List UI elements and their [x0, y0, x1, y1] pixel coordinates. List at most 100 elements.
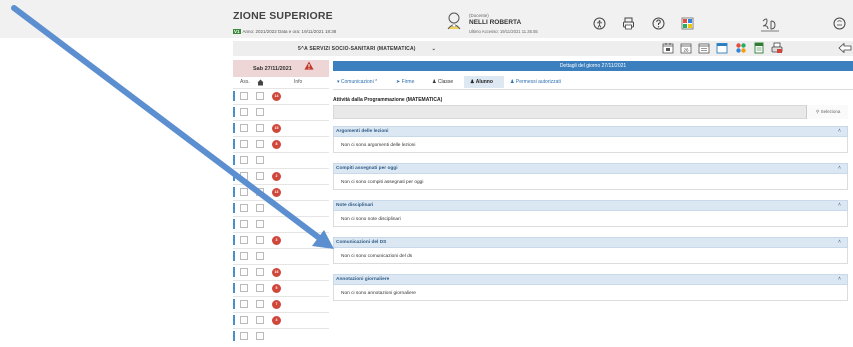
info-badge[interactable]: 13 — [272, 187, 281, 197]
calendar-today-icon[interactable] — [662, 42, 674, 54]
absence-checkbox[interactable] — [240, 300, 248, 308]
home-checkbox[interactable] — [256, 316, 264, 324]
school-year-line: V1 Anno: 2021/2022 Data e ora: 19/11/2021… — [233, 29, 336, 34]
absence-checkbox[interactable] — [240, 188, 248, 196]
home-checkbox[interactable] — [256, 172, 264, 180]
section-empty-text: Non ci sono note disciplinari — [341, 217, 401, 222]
megaphone-icon: ▾ — [337, 79, 340, 85]
info-badge[interactable]: 14 — [272, 91, 281, 101]
absence-checkbox[interactable] — [240, 108, 248, 116]
chevron-up-icon[interactable]: ˄ — [838, 276, 841, 282]
warning-icon[interactable] — [304, 61, 314, 70]
home-checkbox[interactable] — [256, 92, 264, 100]
print-icon[interactable] — [622, 17, 635, 30]
home-checkbox[interactable] — [256, 108, 264, 116]
row-divider — [233, 312, 329, 313]
tab-comunicazioni[interactable]: ▾ Comunicazioni * — [337, 79, 377, 85]
row-divider — [233, 152, 329, 153]
row-divider — [233, 200, 329, 201]
class-selector[interactable]: 5^A SERVIZI SOCIO-SANITARI (MATEMATICA) ⌄ — [298, 46, 436, 52]
school-year-text: Anno: 2021/2022 Data e ora: 19/11/2021 1… — [242, 29, 337, 34]
row-divider — [233, 136, 329, 137]
pdf-print-icon[interactable] — [771, 42, 783, 54]
section-header[interactable] — [333, 163, 848, 174]
absence-checkbox[interactable] — [240, 316, 248, 324]
signature-logo-icon[interactable] — [759, 16, 781, 33]
absence-checkbox[interactable] — [240, 332, 248, 340]
home-checkbox[interactable] — [256, 220, 264, 228]
row-divider — [233, 168, 329, 169]
calendar-week-icon[interactable] — [698, 42, 710, 54]
tab-classe[interactable]: ♟ Classe — [432, 79, 453, 85]
colorful-apps-icon[interactable] — [735, 42, 747, 54]
absence-checkbox[interactable] — [240, 124, 248, 132]
section-header[interactable] — [333, 237, 848, 248]
absence-checkbox[interactable] — [240, 172, 248, 180]
home-icon — [257, 79, 264, 86]
home-checkbox[interactable] — [256, 300, 264, 308]
absence-checkbox[interactable] — [240, 220, 248, 228]
section-header[interactable] — [333, 126, 848, 137]
help-icon[interactable] — [652, 17, 665, 30]
day-date-label: Sab 27/11/2021 — [253, 66, 292, 72]
absence-checkbox[interactable] — [240, 268, 248, 276]
home-checkbox[interactable] — [256, 140, 264, 148]
tab-permessi-label: Permessi autorizzati — [515, 79, 561, 85]
home-checkbox[interactable] — [256, 284, 264, 292]
absence-checkbox[interactable] — [240, 284, 248, 292]
info-badge[interactable]: 7 — [272, 299, 281, 309]
arrow-left-icon[interactable] — [838, 43, 852, 53]
user-avatar-icon[interactable] — [447, 12, 461, 30]
programmazione-select[interactable] — [333, 105, 848, 119]
home-checkbox[interactable] — [256, 188, 264, 196]
last-access: Ultimo Accesso: 19/11/2021 11.35.55 — [469, 29, 538, 34]
info-badge[interactable]: 8 — [272, 139, 281, 149]
absence-checkbox[interactable] — [240, 236, 248, 244]
info-badge[interactable]: 16 — [272, 267, 281, 277]
info-badge[interactable]: 5 — [272, 283, 281, 293]
chevron-up-icon[interactable]: ˄ — [838, 239, 841, 245]
info-badge[interactable]: 3 — [272, 235, 281, 245]
home-checkbox[interactable] — [256, 156, 264, 164]
row-divider — [233, 88, 329, 89]
info-badge[interactable]: 15 — [272, 123, 281, 133]
home-checkbox[interactable] — [256, 268, 264, 276]
info-badge[interactable]: 2 — [272, 171, 281, 181]
info-badge[interactable]: 4 — [272, 315, 281, 325]
home-checkbox[interactable] — [256, 124, 264, 132]
home-checkbox[interactable] — [256, 332, 264, 340]
calendar-month-icon[interactable] — [716, 42, 728, 54]
calendar-day-icon[interactable]: 26 — [680, 42, 692, 54]
row-indicator — [233, 283, 235, 293]
chevron-down-icon: ⌄ — [431, 46, 437, 52]
row-divider — [233, 248, 329, 249]
home-checkbox[interactable] — [256, 204, 264, 212]
class-selector-label: 5^A SERVIZI SOCIO-SANITARI (MATEMATICA) — [298, 46, 416, 52]
absence-checkbox[interactable] — [240, 92, 248, 100]
spreadsheet-icon[interactable] — [753, 42, 765, 54]
home-checkbox[interactable] — [256, 236, 264, 244]
apps-icon[interactable] — [681, 17, 694, 30]
calendar-day-number: 26 — [683, 48, 689, 53]
absence-checkbox[interactable] — [240, 156, 248, 164]
row-divider — [233, 216, 329, 217]
home-checkbox[interactable] — [256, 252, 264, 260]
chevron-up-icon[interactable]: ˄ — [838, 128, 841, 134]
logout-icon[interactable] — [833, 17, 846, 30]
tab-permessi[interactable]: ♟ Permessi autorizzati — [510, 79, 561, 85]
absence-checkbox[interactable] — [240, 140, 248, 148]
chevron-up-icon[interactable]: ˄ — [838, 165, 841, 171]
tab-alunno[interactable]: ♟ Alunno — [470, 79, 493, 85]
section-header[interactable] — [333, 274, 848, 285]
section-title: Note disciplinari — [336, 203, 374, 208]
user-name: NELLI ROBERTA — [469, 19, 522, 26]
tab-firme[interactable]: ➤ Firme — [396, 79, 414, 85]
row-indicator — [233, 331, 235, 341]
absence-checkbox[interactable] — [240, 252, 248, 260]
section-title: Compiti assegnati per oggi — [336, 166, 398, 171]
row-indicator — [233, 187, 235, 197]
chevron-up-icon[interactable]: ˄ — [838, 202, 841, 208]
accessibility-icon[interactable] — [593, 17, 606, 30]
section-header[interactable] — [333, 200, 848, 211]
absence-checkbox[interactable] — [240, 204, 248, 212]
